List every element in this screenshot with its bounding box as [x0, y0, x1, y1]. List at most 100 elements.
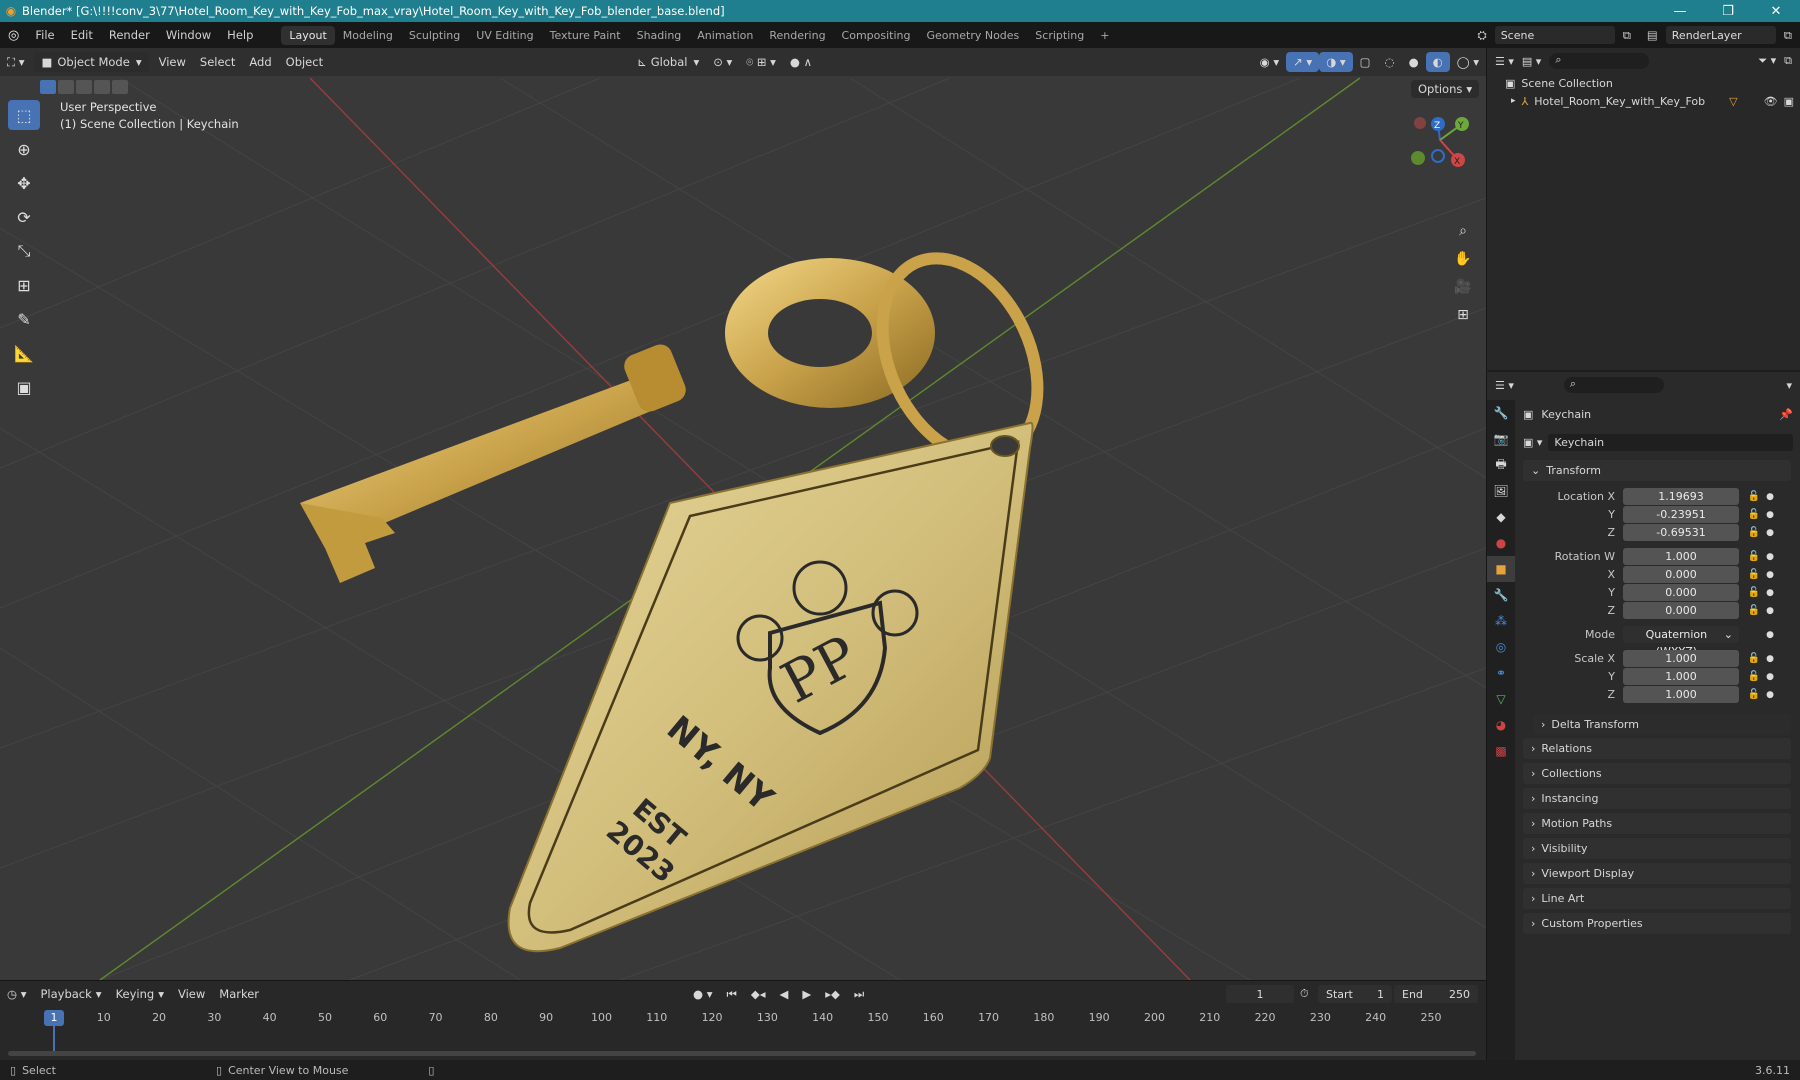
- tab-compositing[interactable]: Compositing: [834, 26, 919, 45]
- menu-playback[interactable]: Playback ▾: [33, 984, 108, 1004]
- display-mode-icon[interactable]: ▤ ▾: [1522, 55, 1541, 68]
- close-button[interactable]: ✕: [1752, 4, 1800, 19]
- shading-solid-icon[interactable]: ●: [1402, 52, 1426, 72]
- snap-icon[interactable]: ⌾ ⊞ ▾: [739, 52, 783, 72]
- location-y-field[interactable]: -0.23951: [1623, 506, 1739, 523]
- camera-render-icon[interactable]: ▣: [1784, 95, 1794, 108]
- properties-search-field[interactable]: ⌕: [1563, 377, 1664, 393]
- outliner-row-object[interactable]: ▸ ⅄ Hotel_Room_Key_with_Key_Fob ▽ 👁 ▣: [1487, 92, 1800, 110]
- annotate-tool-icon[interactable]: ✎: [8, 304, 40, 334]
- chevron-down-icon[interactable]: ▾: [1786, 379, 1792, 392]
- keyframe-dot-icon[interactable]: ●: [1763, 588, 1777, 598]
- menu-file[interactable]: File: [27, 28, 62, 42]
- lock-icon[interactable]: 🔓: [1745, 527, 1763, 538]
- lock-icon[interactable]: 🔓: [1745, 605, 1763, 616]
- scale-z-field[interactable]: 1.000: [1623, 686, 1739, 703]
- add-cube-tool-icon[interactable]: ▣: [8, 372, 40, 402]
- scene-tab-icon[interactable]: ◆: [1487, 504, 1515, 530]
- overlay-toggle-icon[interactable]: ◑ ▾: [1319, 52, 1353, 72]
- start-frame-field[interactable]: Start 1: [1318, 985, 1392, 1003]
- keyframe-dot-icon[interactable]: ●: [1763, 690, 1777, 700]
- zoom-icon[interactable]: ⌕: [1450, 218, 1476, 244]
- eye-icon[interactable]: 👁: [1764, 95, 1778, 108]
- keyframe-dot-icon[interactable]: ●: [1763, 528, 1777, 538]
- object-datablock-icon[interactable]: ▣ ▾: [1523, 436, 1542, 449]
- tab-uv-editing[interactable]: UV Editing: [468, 26, 541, 45]
- maximize-button[interactable]: ❐: [1704, 4, 1752, 19]
- view-layer-field[interactable]: RenderLayer: [1665, 26, 1776, 44]
- modifier-tab-icon[interactable]: 🔧: [1487, 582, 1515, 608]
- lock-icon[interactable]: 🔓: [1745, 491, 1763, 502]
- new-scene-icon[interactable]: ⧉: [1615, 28, 1639, 43]
- menu-help[interactable]: Help: [219, 28, 261, 42]
- keyframe-dot-icon[interactable]: ●: [1763, 606, 1777, 616]
- menu-edit[interactable]: Edit: [63, 28, 101, 42]
- filter-funnel-icon[interactable]: ▽: [1729, 95, 1737, 108]
- scene-selector-icon[interactable]: ⛭: [1469, 28, 1494, 43]
- keyframe-dot-icon[interactable]: ●: [1763, 654, 1777, 664]
- mode-dropdown[interactable]: ■ Object Mode ▾: [34, 52, 149, 72]
- move-tool-icon[interactable]: ✥: [8, 168, 40, 198]
- line-art-section[interactable]: › Line Art: [1523, 888, 1791, 909]
- select-invert-icon[interactable]: [94, 80, 110, 94]
- constraints-tab-icon[interactable]: ⚭: [1487, 660, 1515, 686]
- select-intersect-icon[interactable]: [112, 80, 128, 94]
- timeline-editor-icon[interactable]: ◷ ▾: [0, 984, 33, 1004]
- menu-view[interactable]: View: [152, 52, 193, 72]
- menu-select[interactable]: Select: [193, 52, 242, 72]
- view-layer-tab-icon[interactable]: 🖼: [1487, 478, 1515, 504]
- pan-hand-icon[interactable]: ✋: [1450, 246, 1476, 272]
- jump-start-icon[interactable]: ⏮: [720, 984, 744, 1004]
- measure-tool-icon[interactable]: 📐: [8, 338, 40, 368]
- menu-keying[interactable]: Keying ▾: [109, 984, 171, 1004]
- minimize-button[interactable]: —: [1656, 4, 1704, 19]
- pin-icon[interactable]: 📌: [1779, 408, 1793, 421]
- render-tab-icon[interactable]: 📷: [1487, 426, 1515, 452]
- collections-section[interactable]: › Collections: [1523, 763, 1791, 784]
- prev-keyframe-icon[interactable]: ◆◂: [744, 984, 773, 1004]
- lock-icon[interactable]: 🔓: [1745, 689, 1763, 700]
- object-tab-icon[interactable]: ■: [1487, 556, 1515, 582]
- viewlayer-icon[interactable]: ▤: [1639, 28, 1666, 42]
- shading-wireframe-icon[interactable]: ◌: [1378, 52, 1402, 72]
- add-workspace-button[interactable]: +: [1092, 26, 1117, 45]
- tab-modeling[interactable]: Modeling: [335, 26, 401, 45]
- texture-tab-icon[interactable]: ▩: [1487, 738, 1515, 764]
- camera-view-icon[interactable]: 🎥: [1450, 274, 1476, 300]
- transform-tool-icon[interactable]: ⊞: [8, 270, 40, 300]
- particles-tab-icon[interactable]: ⁂: [1487, 608, 1515, 634]
- keyframe-dot-icon[interactable]: ●: [1763, 552, 1777, 562]
- visibility-icon[interactable]: ◉ ▾: [1253, 52, 1286, 72]
- transform-orientation-dropdown[interactable]: ⊾ Global ▾: [630, 52, 706, 72]
- tool-tab-icon[interactable]: 🔧: [1487, 400, 1515, 426]
- outliner-row-scene-collection[interactable]: ▣ Scene Collection: [1487, 74, 1800, 92]
- frame-ruler[interactable]: 1 10 20 30 40 50 60 70 80 90 100 110 120 130 140 150 160…: [0, 1009, 1486, 1027]
- end-frame-field[interactable]: End 250: [1394, 985, 1478, 1003]
- new-collection-icon[interactable]: ⧉: [1784, 54, 1792, 68]
- lock-icon[interactable]: 🔓: [1745, 653, 1763, 664]
- filter-icon[interactable]: ⏷ ▾: [1758, 54, 1776, 68]
- proportional-edit-icon[interactable]: ● ∧: [783, 52, 819, 72]
- lock-icon[interactable]: 🔓: [1745, 569, 1763, 580]
- lock-icon[interactable]: 🔓: [1745, 509, 1763, 520]
- tab-layout[interactable]: Layout: [281, 25, 335, 45]
- custom-properties-section[interactable]: › Custom Properties: [1523, 913, 1791, 934]
- key-fob-model[interactable]: [507, 421, 1034, 953]
- visibility-section[interactable]: › Visibility: [1523, 838, 1791, 859]
- shading-material-icon[interactable]: ◐: [1425, 52, 1450, 72]
- tab-geometry-nodes[interactable]: Geometry Nodes: [919, 26, 1028, 45]
- rotate-tool-icon[interactable]: ⟳: [8, 202, 40, 232]
- rotation-mode-dropdown[interactable]: Quaternion (WXYZ) ⌄: [1623, 626, 1739, 658]
- select-new-icon[interactable]: [40, 80, 56, 94]
- scale-x-field[interactable]: 1.000: [1623, 650, 1739, 667]
- scale-y-field[interactable]: 1.000: [1623, 668, 1739, 685]
- location-x-field[interactable]: 1.19693: [1623, 488, 1739, 505]
- timeline-scrollbar[interactable]: [8, 1051, 1476, 1056]
- lock-icon[interactable]: 🔓: [1745, 671, 1763, 682]
- record-icon[interactable]: ● ▾: [686, 984, 719, 1004]
- play-reverse-icon[interactable]: ◀: [773, 984, 796, 1004]
- tab-scripting[interactable]: Scripting: [1027, 26, 1092, 45]
- outliner-search-field[interactable]: ⌕: [1549, 53, 1650, 69]
- menu-window[interactable]: Window: [158, 28, 219, 42]
- menu-add[interactable]: Add: [242, 52, 278, 72]
